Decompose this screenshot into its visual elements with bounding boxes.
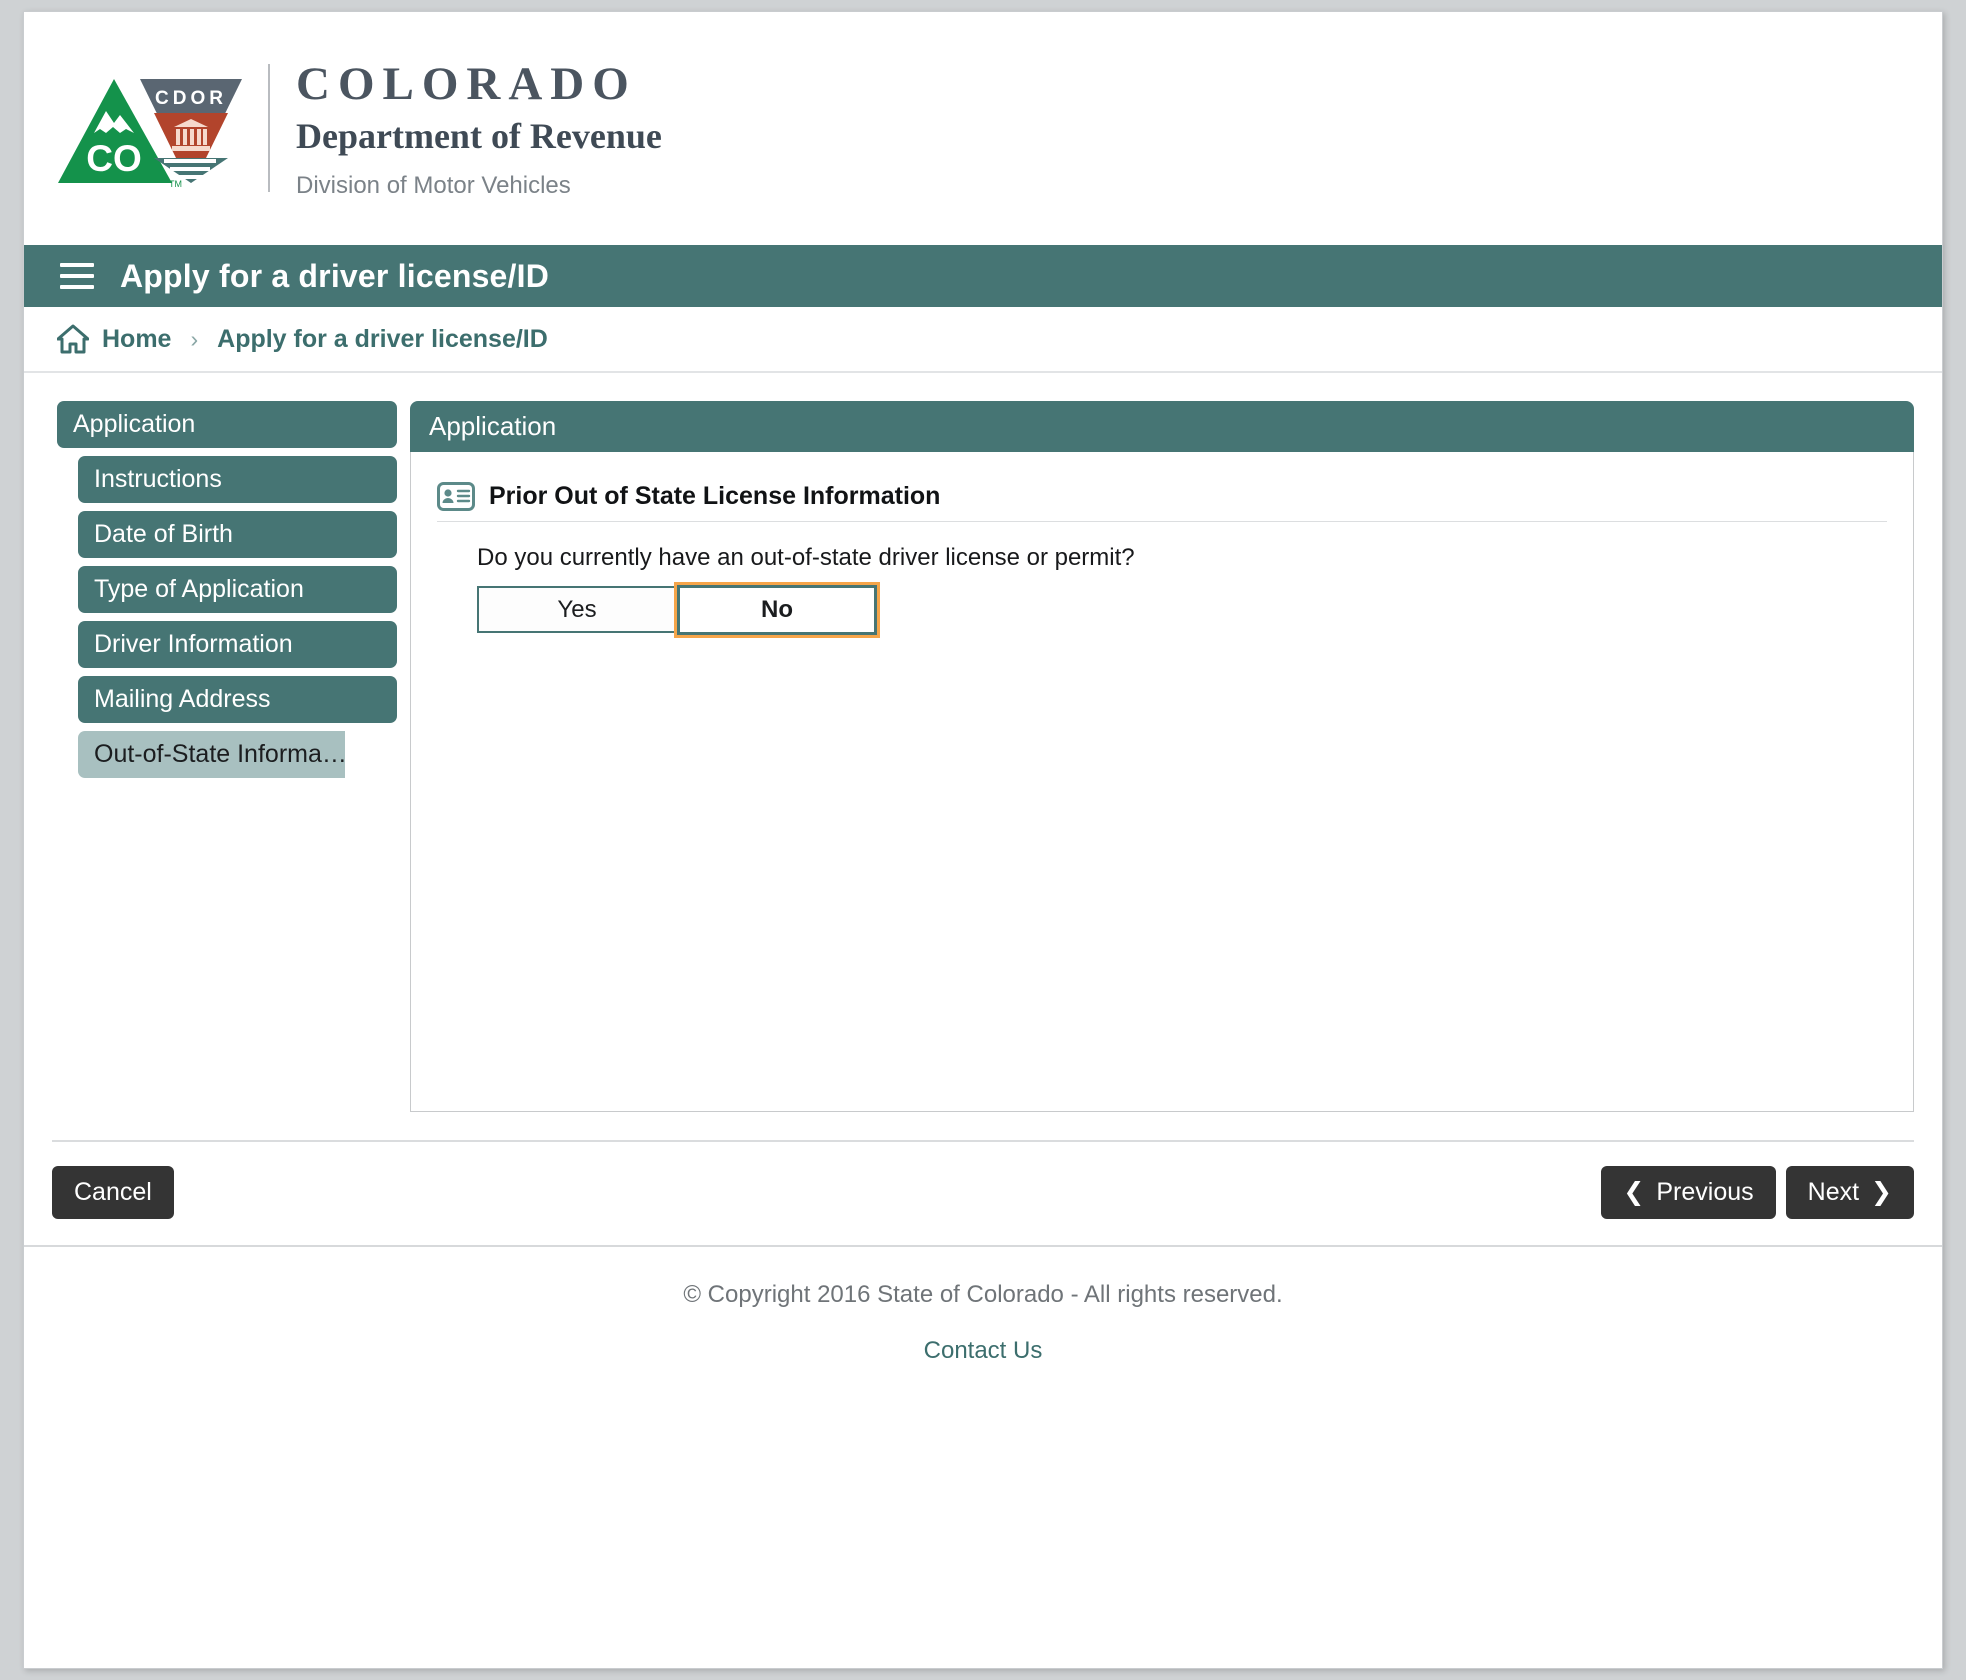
- colorado-cdor-logo-icon: CO TM CDOR: [58, 78, 242, 189]
- chevron-left-icon: ❮: [1623, 1178, 1645, 1206]
- svg-text:CO: CO: [86, 138, 142, 179]
- sidebar-item-date-of-birth[interactable]: Date of Birth: [78, 511, 397, 558]
- breadcrumb-separator: ›: [190, 325, 199, 352]
- page-root: CO TM CDOR COLORADO Department of Revenu…: [0, 0, 1966, 1680]
- id-card-icon: [437, 482, 475, 511]
- brand-department: Department of Revenue: [296, 115, 662, 156]
- sidebar-item-type-of-application[interactable]: Type of Application: [78, 566, 397, 613]
- breadcrumb-home-link[interactable]: Home: [102, 325, 171, 354]
- home-icon[interactable]: [57, 324, 89, 354]
- sidebar-item-out-of-state-information[interactable]: Out-of-State Informa…: [78, 731, 345, 778]
- previous-button-label: Previous: [1656, 1178, 1754, 1206]
- panel-body: Prior Out of State License Information D…: [410, 452, 1914, 1112]
- next-button-label: Next: [1807, 1178, 1860, 1206]
- browser-frame: CO TM CDOR COLORADO Department of Revenu…: [23, 11, 1943, 1669]
- svg-text:TM: TM: [169, 179, 182, 189]
- app-title-bar: Apply for a driver license/ID: [24, 245, 1942, 307]
- masthead: CO TM CDOR COLORADO Department of Revenu…: [24, 12, 1942, 245]
- logo-divider: [268, 64, 270, 193]
- section-header: Prior Out of State License Information: [437, 482, 1887, 522]
- yes-no-choice-group: Yes No: [477, 585, 1887, 635]
- page-footer: © Copyright 2016 State of Colorado - All…: [24, 1245, 1942, 1365]
- svg-text:CDOR: CDOR: [155, 88, 227, 109]
- brand-colorado: COLORADO: [296, 57, 637, 110]
- panel-header: Application: [410, 401, 1914, 452]
- sidebar-nav: Application Instructions Date of Birth T…: [52, 401, 397, 786]
- brand-division: Division of Motor Vehicles: [296, 171, 571, 199]
- sidebar-item-instructions[interactable]: Instructions: [78, 456, 397, 503]
- content-area: Application Instructions Date of Birth T…: [24, 373, 1942, 1112]
- cancel-button[interactable]: Cancel: [52, 1166, 174, 1219]
- question-label: Do you currently have an out-of-state dr…: [477, 544, 1135, 571]
- sidebar-item-driver-information[interactable]: Driver Information: [78, 621, 397, 668]
- wizard-navigation: ❮ Previous Next ❯: [1601, 1166, 1914, 1219]
- agency-logo: CO TM CDOR COLORADO Department of Revenu…: [56, 57, 662, 201]
- chevron-right-icon: ❯: [1871, 1178, 1892, 1206]
- breadcrumb-current: Apply for a driver license/ID: [217, 324, 548, 353]
- contact-us-link[interactable]: Contact Us: [924, 1337, 1043, 1365]
- form-action-bar: Cancel ❮ Previous Next ❯: [52, 1140, 1914, 1245]
- previous-button[interactable]: ❮ Previous: [1601, 1166, 1776, 1219]
- sidebar-item-list: Instructions Date of Birth Type of Appli…: [57, 456, 397, 778]
- breadcrumb: Home › Apply for a driver license/ID: [24, 307, 1942, 373]
- copyright-text: © Copyright 2016 State of Colorado - All…: [683, 1281, 1283, 1308]
- next-button[interactable]: Next ❯: [1785, 1166, 1914, 1219]
- sidebar-item-mailing-address[interactable]: Mailing Address: [78, 676, 397, 723]
- hamburger-icon[interactable]: [60, 263, 94, 289]
- no-button[interactable]: No: [677, 585, 877, 635]
- yes-button[interactable]: Yes: [477, 586, 677, 633]
- application-panel: Application Prior Out of State License I…: [410, 401, 1914, 1112]
- app-title: Apply for a driver license/ID: [120, 257, 550, 294]
- section-title: Prior Out of State License Information: [489, 482, 941, 510]
- sidebar-group-application[interactable]: Application: [57, 401, 397, 448]
